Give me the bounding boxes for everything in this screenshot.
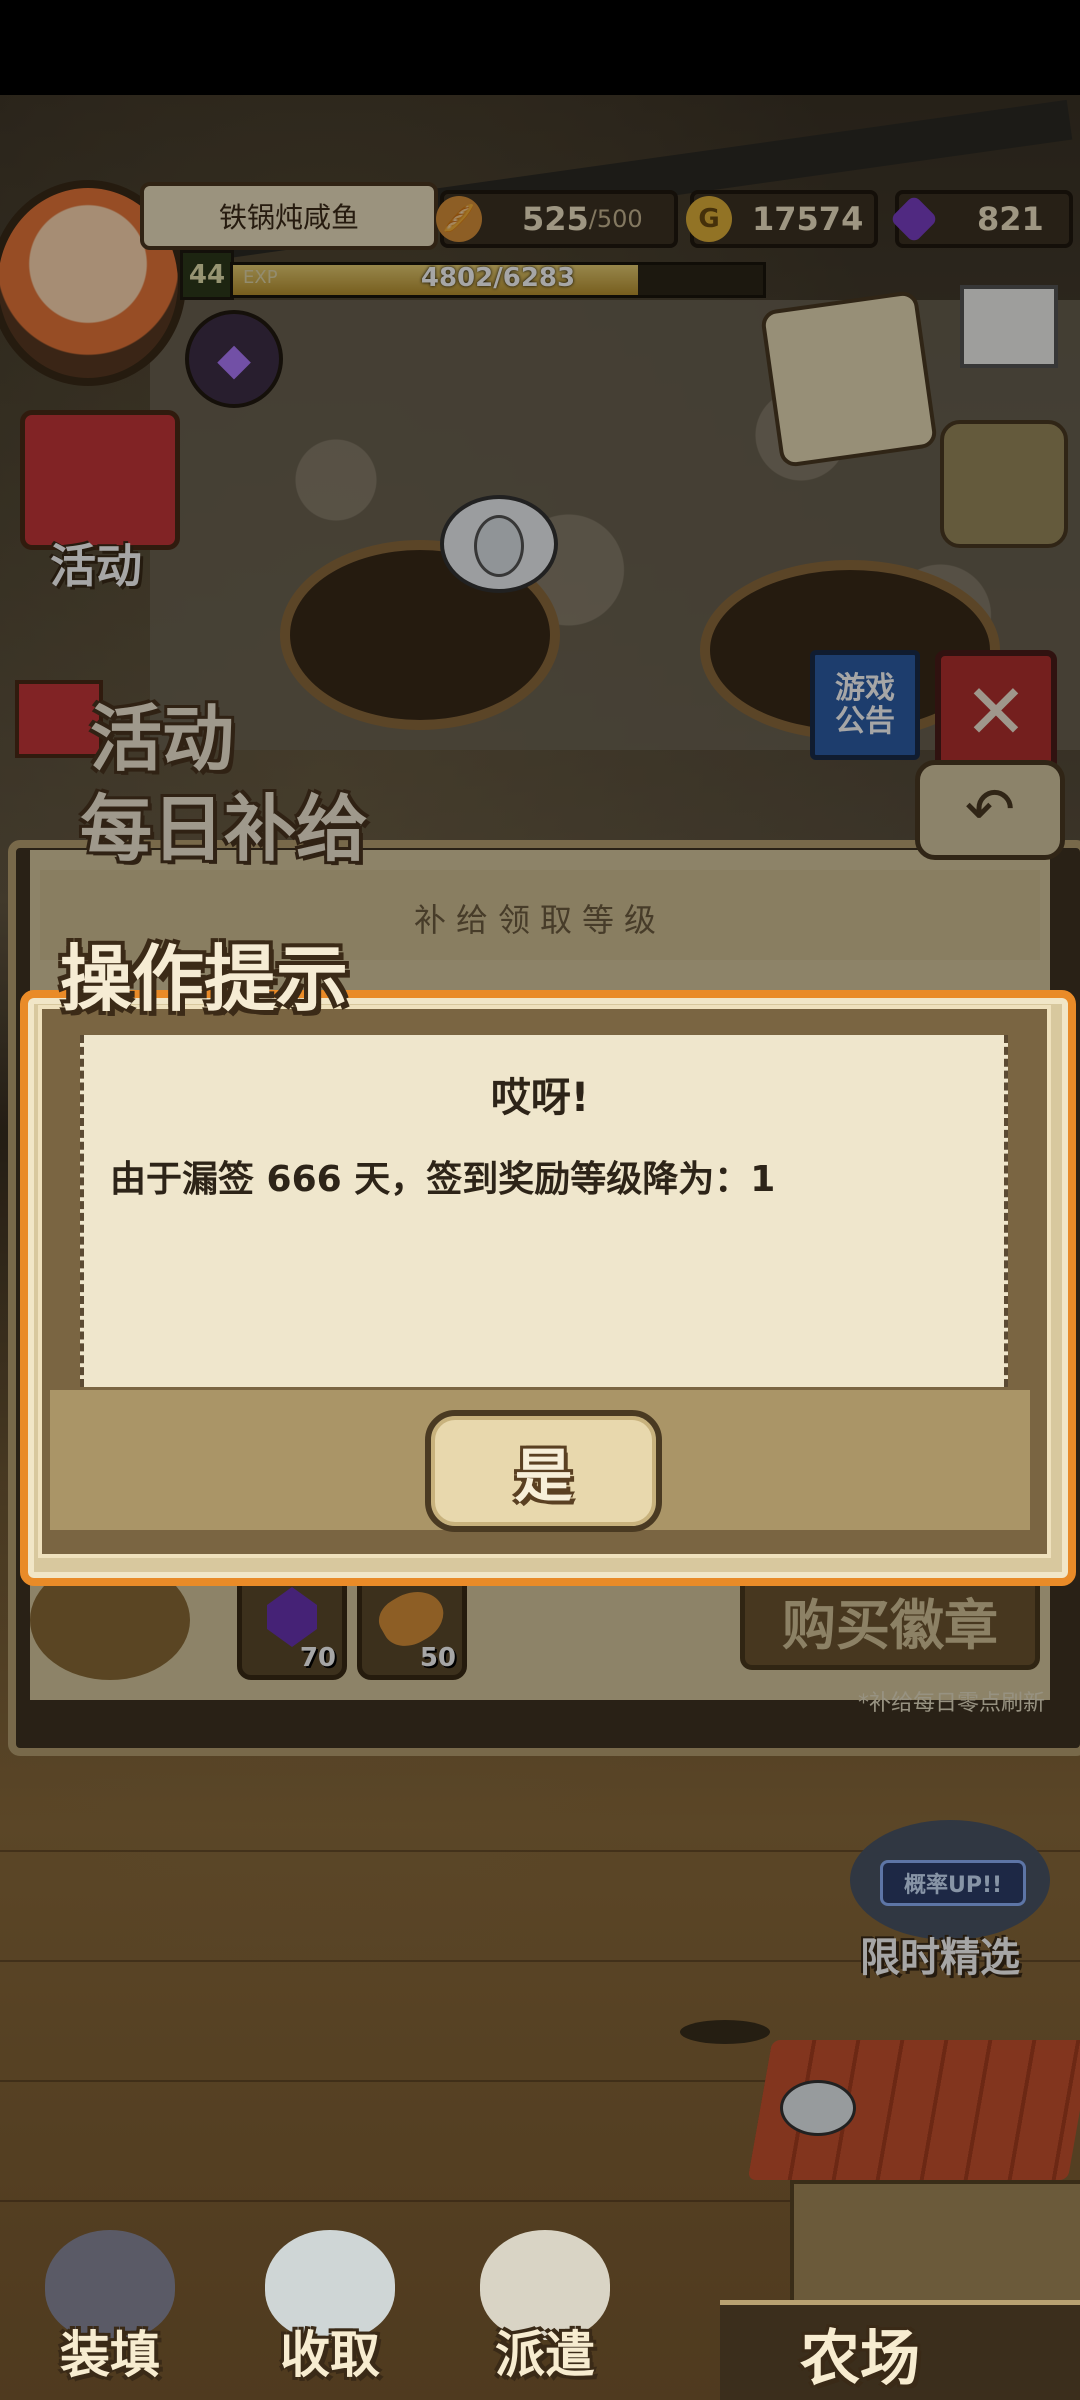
nav-dispatch-label: 派遣 — [495, 2326, 595, 2384]
nav-dispatch-button[interactable]: 派遣 — [460, 2230, 630, 2384]
dialog-title-container: 操作提示 — [60, 920, 400, 1021]
nav-farm-label: 农场 — [800, 2324, 920, 2394]
status-bar-area — [0, 0, 1080, 95]
nav-collect-label: 收取 — [280, 2326, 380, 2384]
dialog-message: 由于漏签 666 天，签到奖励等级降为：1 — [110, 1159, 776, 1200]
dialog-heading: 哎呀! — [490, 1075, 590, 1121]
confirm-yes-button[interactable]: 是 — [425, 1410, 662, 1532]
nav-load-button[interactable]: 装填 — [25, 2230, 195, 2384]
nav-farm-button[interactable]: 农场 — [720, 2300, 1080, 2400]
dialog-title: 操作提示 — [60, 937, 349, 1021]
nav-load-label: 装填 — [60, 2326, 160, 2384]
nav-collect-button[interactable]: 收取 — [245, 2230, 415, 2384]
game-screen: 铁锅炖咸鱼 🥖 525/500 G 17574 821 44 EXP 4802/… — [0, 0, 1080, 2400]
